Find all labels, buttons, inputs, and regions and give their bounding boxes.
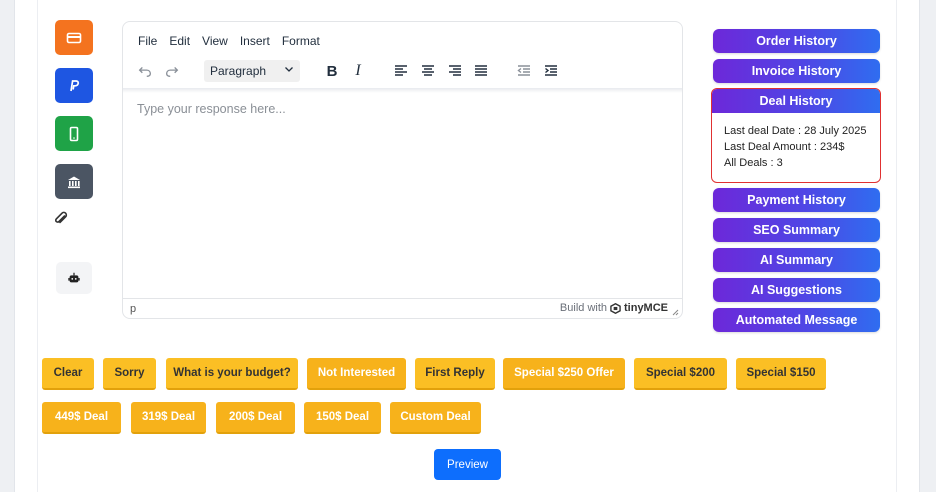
quick-reply-sorry[interactable]: Sorry (103, 358, 156, 390)
align-center-icon[interactable] (419, 62, 437, 80)
deal-150-button[interactable]: 150$ Deal (304, 402, 381, 434)
invoice-history-button[interactable]: Invoice History (713, 59, 880, 83)
undo-icon[interactable] (136, 62, 154, 80)
seo-summary-button[interactable]: SEO Summary (713, 218, 880, 242)
deal-319-button[interactable]: 319$ Deal (131, 402, 206, 434)
menu-view[interactable]: View (202, 34, 228, 48)
custom-deal-button[interactable]: Custom Deal (390, 402, 481, 434)
menu-file[interactable]: File (138, 34, 157, 48)
element-path[interactable]: p (130, 303, 136, 315)
preview-button[interactable]: Preview (434, 449, 501, 480)
bank-payment-button[interactable] (55, 164, 93, 199)
align-right-icon[interactable] (446, 62, 464, 80)
block-format-select[interactable]: Paragraph (204, 60, 300, 82)
editor-statusbar: p Build with tinyMCE (123, 298, 682, 318)
quick-reply-clear[interactable]: Clear (42, 358, 94, 390)
align-left-icon[interactable] (392, 62, 410, 80)
deal-history-card: Deal History Last deal Date : 28 July 20… (711, 88, 881, 183)
last-deal-date: Last deal Date : 28 July 2025 (724, 125, 867, 137)
quick-reply-not-interested[interactable]: Not Interested (307, 358, 406, 390)
resize-handle-icon[interactable] (671, 308, 679, 316)
menu-format[interactable]: Format (282, 34, 320, 48)
all-deals-count: All Deals : 3 (724, 157, 783, 169)
align-justify-icon[interactable] (472, 62, 490, 80)
divider (37, 0, 38, 492)
branding-name: tinyMCE (624, 302, 668, 314)
branding-prefix: Build with (559, 302, 607, 314)
deal-200-button[interactable]: 200$ Deal (216, 402, 295, 434)
card-payment-button[interactable] (55, 20, 93, 55)
automated-message-button[interactable]: Automated Message (713, 308, 880, 332)
redo-icon[interactable] (163, 62, 181, 80)
divider (896, 0, 897, 492)
block-format-value: Paragraph (210, 64, 267, 78)
deal-history-button[interactable]: Deal History (712, 89, 880, 113)
robot-icon (68, 272, 80, 283)
mobile-icon (69, 126, 79, 141)
deal-history-details: Last deal Date : 28 July 2025 Last Deal … (712, 113, 880, 171)
italic-icon[interactable]: I (349, 62, 367, 80)
paypal-icon (70, 79, 80, 91)
editor-toolbar: Paragraph B I (123, 58, 682, 88)
order-history-button[interactable]: Order History (713, 29, 880, 53)
paperclip-icon[interactable] (52, 210, 70, 228)
payment-history-button[interactable]: Payment History (713, 188, 880, 212)
menu-insert[interactable]: Insert (240, 34, 270, 48)
indent-icon[interactable] (542, 62, 560, 80)
quick-reply-budget[interactable]: What is your budget? (166, 358, 298, 390)
paypal-payment-button[interactable] (55, 68, 93, 103)
quick-reply-special-150[interactable]: Special $150 (736, 358, 826, 390)
toolbar-shadow (123, 88, 682, 93)
bold-icon[interactable]: B (323, 62, 341, 80)
menu-edit[interactable]: Edit (169, 34, 190, 48)
ai-suggestions-button[interactable]: AI Suggestions (713, 278, 880, 302)
bank-icon (68, 176, 80, 188)
rich-text-editor[interactable]: File Edit View Insert Format Paragraph B… (122, 21, 683, 319)
deal-449-button[interactable]: 449$ Deal (42, 402, 121, 434)
editor-placeholder: Type your response here... (137, 102, 286, 116)
ai-summary-button[interactable]: AI Summary (713, 248, 880, 272)
chevron-down-icon (285, 67, 293, 72)
editor-branding[interactable]: Build with tinyMCE (560, 302, 668, 314)
quick-reply-first-reply[interactable]: First Reply (415, 358, 495, 390)
quick-reply-special-200[interactable]: Special $200 (634, 358, 727, 390)
card-icon (66, 32, 82, 43)
ai-bot-button[interactable] (56, 262, 92, 294)
editor-menubar: File Edit View Insert Format (138, 34, 332, 48)
quick-reply-special-250[interactable]: Special $250 Offer (503, 358, 625, 390)
tinymce-logo-icon (610, 302, 621, 314)
mobile-payment-button[interactable] (55, 116, 93, 151)
last-deal-amount: Last Deal Amount : 234$ (724, 141, 845, 153)
outdent-icon[interactable] (515, 62, 533, 80)
